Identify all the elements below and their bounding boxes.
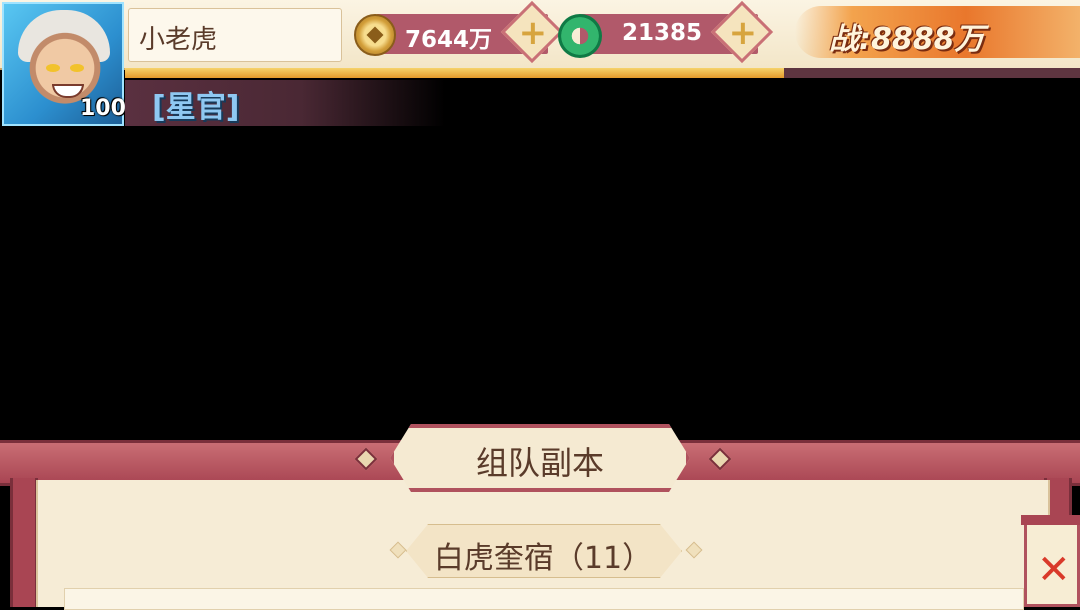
player-level: 100 [80,96,126,121]
copper-coin-icon [354,14,396,56]
avatar-eye-left [46,64,60,72]
dungeon-name[interactable]: 白虎奎宿（11） [406,533,680,577]
copper-amount: 7644万 [404,27,492,53]
panel-title: 组队副本 [475,444,604,482]
player-name: 小老虎 [139,25,218,55]
panel-post-left [10,478,38,607]
jade-resource: 21385 + [580,0,774,64]
copper-resource: 7644万 + [376,0,564,64]
close-button[interactable]: ✕ [1021,515,1080,607]
avatar-eye-right [70,64,84,72]
player-name-box: 小老虎 [128,8,342,62]
combat-power-value: 战:8888万 [829,22,985,57]
player-title: [星官] [152,90,240,125]
jade-amount: 21385 [621,20,702,46]
plus-icon: + [728,12,758,53]
experience-bar [125,68,1080,78]
combat-power-banner: 战:8888万 [795,6,1080,58]
experience-bar-fill [125,68,784,78]
close-icon: ✕ [1037,547,1071,593]
plus-icon: + [518,12,548,53]
jade-ring-icon [558,14,602,58]
